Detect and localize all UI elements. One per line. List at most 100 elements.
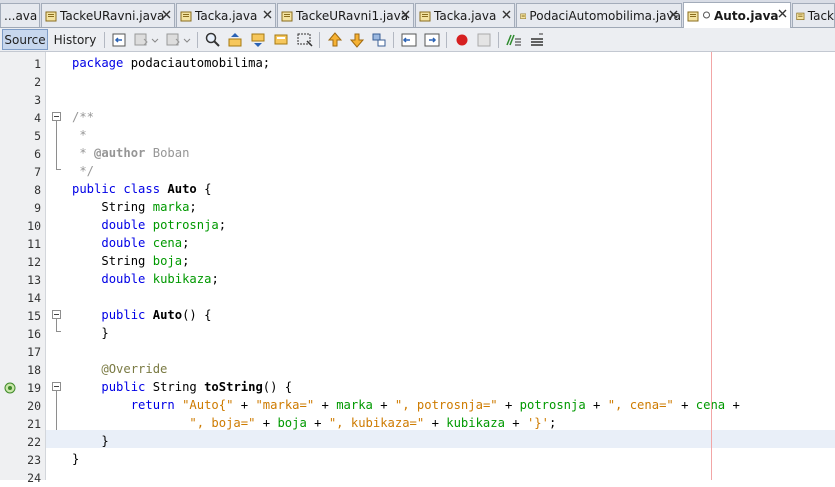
- line-number: 10: [27, 219, 41, 233]
- uncomment-icon[interactable]: [528, 31, 546, 49]
- field: boja: [152, 254, 183, 268]
- operator: +: [673, 398, 696, 412]
- close-icon[interactable]: [263, 10, 272, 19]
- close-icon[interactable]: [669, 10, 678, 19]
- string-literal: "Auto{": [182, 398, 234, 412]
- string-literal: ", kubikaza=": [328, 416, 425, 430]
- tab-tackeuravni1[interactable]: TackeURavni1.java: [277, 3, 414, 27]
- tab-podaciautomobilima[interactable]: PodaciAutomobilima.java: [516, 3, 682, 27]
- javadoc-tag: @author: [94, 146, 146, 160]
- close-icon[interactable]: [401, 10, 410, 19]
- tab-overflow[interactable]: ...ava: [0, 3, 40, 27]
- code-line-6: * @author Boban: [72, 144, 189, 162]
- code-line-20: return "Auto{" + "marka=" + marka + ", p…: [72, 396, 747, 414]
- line-number: 8: [34, 183, 41, 197]
- comment-text: Boban: [145, 146, 190, 160]
- find-next-icon[interactable]: [250, 31, 268, 49]
- line-number: 16: [27, 327, 41, 341]
- source-button[interactable]: Source: [2, 29, 48, 50]
- modified-icon: [703, 11, 710, 18]
- line-number: 4: [34, 111, 41, 125]
- code-editor[interactable]: package podaciautomobilima; /** * * @aut…: [46, 52, 835, 480]
- operator: +: [306, 416, 329, 430]
- editor-tab-bar: ...ava TackeURavni.java Tacka.java Tacke…: [0, 0, 835, 28]
- chevron-down-icon[interactable]: [150, 31, 160, 49]
- close-icon[interactable]: [502, 10, 511, 19]
- type: double: [101, 236, 146, 250]
- tab-tacka[interactable]: Tacka.java: [176, 3, 276, 27]
- toolbar-separator: [446, 32, 447, 48]
- comment-text: *: [72, 146, 95, 160]
- code-line-21: ", boja=" + boja + ", kubikaza=" + kubik…: [72, 414, 556, 432]
- field: kubikaza: [446, 416, 505, 430]
- close-icon[interactable]: [778, 9, 787, 18]
- java-file-icon: [419, 11, 431, 21]
- previous-bookmark-icon[interactable]: [326, 31, 344, 49]
- field: potrosnja: [519, 398, 586, 412]
- code-line-13: double kubikaza;: [72, 270, 218, 288]
- toggle-bookmark-icon[interactable]: [370, 31, 388, 49]
- line-number: 3: [34, 93, 41, 107]
- type: String: [145, 380, 205, 394]
- toolbar-separator: [104, 32, 105, 48]
- code-line-11: double cena;: [72, 234, 189, 252]
- tab-tackeuravni[interactable]: TackeURavni.java: [41, 3, 175, 27]
- forward-icon[interactable]: [164, 31, 182, 49]
- code-line-12: String boja;: [72, 252, 189, 270]
- brace: }: [72, 452, 80, 466]
- override-marker-icon[interactable]: [4, 382, 16, 394]
- line-number-gutter: 1 2 3 4 5 6 7 8 9 10 11 12 13 14 15 16 1…: [0, 52, 46, 485]
- find-previous-icon[interactable]: [227, 31, 245, 49]
- operator: +: [585, 398, 608, 412]
- line-number: 18: [27, 363, 41, 377]
- java-file-icon: [180, 11, 192, 21]
- keyword: public: [101, 308, 146, 322]
- code-line-15: public Auto() {: [72, 306, 211, 324]
- field: kubikaza: [152, 272, 212, 286]
- find-icon[interactable]: [204, 31, 222, 49]
- string-literal: ", cena=": [607, 398, 674, 412]
- close-icon[interactable]: [162, 10, 171, 19]
- chevron-down-icon[interactable]: [182, 31, 192, 49]
- rectangular-selection-icon[interactable]: [296, 31, 314, 49]
- shift-left-icon[interactable]: [400, 31, 418, 49]
- line-number: 7: [34, 165, 41, 179]
- toolbar-separator: [197, 32, 198, 48]
- next-bookmark-icon[interactable]: [348, 31, 366, 49]
- keyword: package: [72, 56, 124, 70]
- start-macro-icon[interactable]: [453, 31, 471, 49]
- shift-right-icon[interactable]: [423, 31, 441, 49]
- operator: +: [504, 416, 527, 430]
- line-number: 15: [27, 309, 41, 323]
- stop-macro-icon[interactable]: [475, 31, 493, 49]
- brace: }: [101, 326, 109, 340]
- tab-tack-partial[interactable]: Tack: [792, 3, 835, 27]
- back-icon[interactable]: [132, 31, 150, 49]
- brace: }: [101, 434, 109, 448]
- code-line-4: /**: [72, 110, 95, 124]
- history-button[interactable]: History: [50, 29, 100, 50]
- line-number: 6: [34, 147, 41, 161]
- java-file-icon: [45, 11, 57, 21]
- last-edit-icon[interactable]: [110, 31, 128, 49]
- code-line-22: }: [72, 432, 109, 450]
- string-literal: ", boja=": [189, 416, 256, 430]
- find-selection-icon[interactable]: [273, 31, 291, 49]
- field: cena: [152, 236, 183, 250]
- code-line-8: public class Auto {: [72, 180, 211, 198]
- tab-label: PodaciAutomobilima.java: [529, 8, 681, 23]
- method-name: toString: [204, 380, 263, 394]
- semicolon: ;: [548, 416, 557, 430]
- tab-tacka-2[interactable]: Tacka.java: [415, 3, 515, 27]
- comment-icon[interactable]: [505, 31, 523, 49]
- code-line-10: double potrosnja;: [72, 216, 226, 234]
- tab-label: Tack: [807, 8, 834, 23]
- code-line-5: *: [72, 128, 87, 142]
- code-line-1: package podaciautomobilima;: [72, 54, 270, 72]
- tab-auto-active[interactable]: Auto.java: [683, 2, 791, 28]
- operator: +: [725, 398, 748, 412]
- string-literal: '}': [526, 416, 549, 430]
- java-file-icon: [687, 11, 699, 21]
- line-number: 12: [27, 255, 41, 269]
- line-number: 5: [34, 129, 41, 143]
